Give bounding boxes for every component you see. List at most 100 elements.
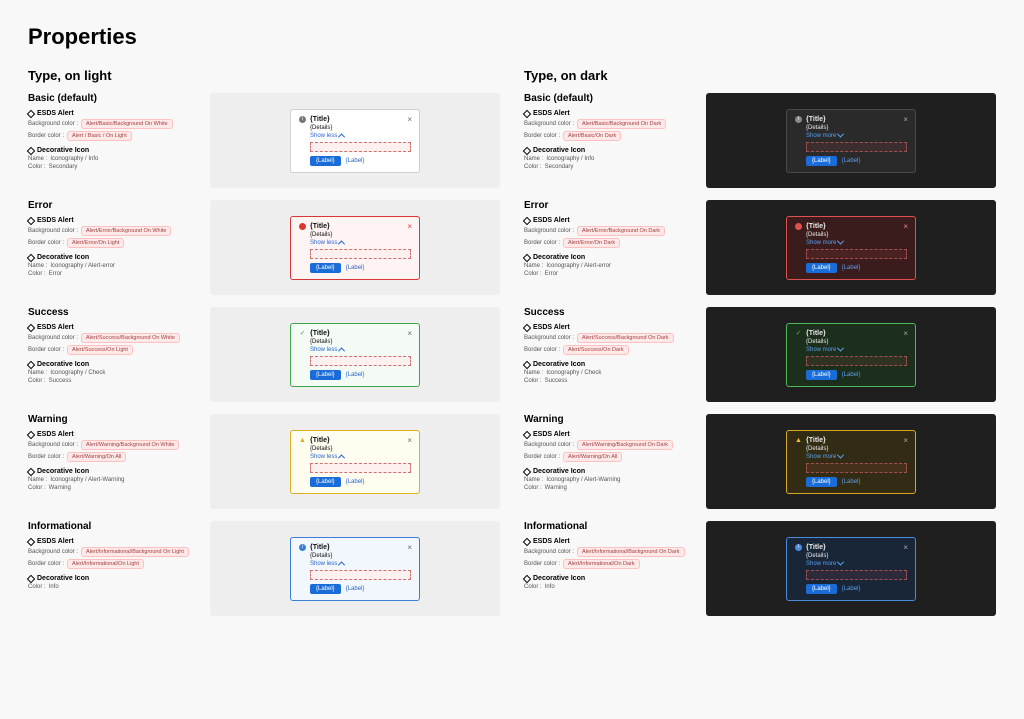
column-light: Type, on light Basic (default) ESDS Aler… — [28, 68, 500, 628]
icon-color-value: Info — [49, 584, 59, 590]
primary-button[interactable]: {Label} — [806, 584, 837, 594]
variant-heading: Success — [524, 307, 696, 318]
meta-esds-alert: ESDS Alert — [533, 217, 570, 224]
alert-slot — [310, 463, 411, 473]
primary-button[interactable]: {Label} — [806, 263, 837, 273]
info-icon: i — [795, 544, 802, 551]
meta-name-label: Name : — [28, 156, 47, 162]
show-more-toggle[interactable]: Show more — [806, 561, 907, 567]
warning-icon: ▲ — [795, 437, 802, 444]
link-button[interactable]: {Label} — [346, 586, 365, 592]
show-less-toggle[interactable]: Show less — [310, 561, 411, 567]
link-button[interactable]: {Label} — [842, 265, 861, 271]
link-button[interactable]: {Label} — [842, 479, 861, 485]
close-icon[interactable]: × — [407, 330, 412, 338]
chevron-down-icon — [837, 452, 844, 459]
diamond-icon — [523, 253, 531, 261]
close-icon[interactable]: × — [903, 223, 908, 231]
show-more-toggle[interactable]: Show more — [806, 133, 907, 139]
check-icon: ✓ — [299, 330, 306, 337]
bg-badge: Alert/Basic/Background On White — [81, 119, 173, 129]
alert-details: {Details} — [806, 232, 907, 238]
primary-button[interactable]: {Label} — [806, 156, 837, 166]
meta-name-label: Name : — [524, 263, 543, 269]
meta-esds-alert: ESDS Alert — [533, 324, 570, 331]
diamond-icon — [27, 430, 35, 438]
border-badge: Alert / Basic / On Light — [67, 131, 132, 141]
show-more-toggle[interactable]: Show more — [806, 240, 907, 246]
alert-details: {Details} — [806, 125, 907, 131]
primary-button[interactable]: {Label} — [806, 370, 837, 380]
variant-error-dark: Error ESDS Alert Background color :Alert… — [524, 200, 996, 295]
meta-border-label: Border color : — [524, 454, 560, 460]
variant-basic-dark: Basic (default) ESDS Alert Background co… — [524, 93, 996, 188]
meta-decorative-icon: Decorative Icon — [37, 575, 89, 582]
icon-name-value: Iconography / Info — [546, 156, 594, 162]
alert-title: {Title} — [310, 330, 330, 337]
link-button[interactable]: {Label} — [842, 372, 861, 378]
icon-name-value: Iconography / Alert-Warning — [546, 477, 620, 483]
close-icon[interactable]: × — [407, 437, 412, 445]
link-button[interactable]: {Label} — [842, 158, 861, 164]
link-button[interactable]: {Label} — [842, 586, 861, 592]
link-button[interactable]: {Label} — [346, 158, 365, 164]
show-less-toggle[interactable]: Show less — [310, 133, 411, 139]
diamond-icon — [523, 146, 531, 154]
diamond-icon — [523, 537, 531, 545]
link-button[interactable]: {Label} — [346, 265, 365, 271]
bg-badge: Alert/Informational/Background On Dark — [577, 547, 685, 557]
border-badge: Alert/Informational/On Light — [67, 559, 144, 569]
diamond-icon — [27, 109, 35, 117]
meta-decorative-icon: Decorative Icon — [533, 147, 585, 154]
alert-slot — [310, 570, 411, 580]
bg-badge: Alert/Success/Background On White — [81, 333, 180, 343]
primary-button[interactable]: {Label} — [310, 584, 341, 594]
primary-button[interactable]: {Label} — [310, 263, 341, 273]
alert-title: {Title} — [310, 544, 330, 551]
diamond-icon — [27, 323, 35, 331]
alert-slot — [310, 249, 411, 259]
close-icon[interactable]: × — [903, 544, 908, 552]
close-icon[interactable]: × — [903, 116, 908, 124]
meta-bg-label: Background color : — [28, 549, 78, 555]
primary-button[interactable]: {Label} — [806, 477, 837, 487]
alert-warning-dark: × ▲{Title} {Details} Show more {Label}{L… — [786, 430, 916, 494]
variant-info-light: Informational ESDS Alert Background colo… — [28, 521, 500, 616]
close-icon[interactable]: × — [903, 330, 908, 338]
link-button[interactable]: {Label} — [346, 372, 365, 378]
icon-name-value: Iconography / Check — [50, 370, 105, 376]
alert-details: {Details} — [806, 446, 907, 452]
meta-border-label: Border color : — [524, 561, 560, 567]
show-more-toggle[interactable]: Show more — [806, 347, 907, 353]
alert-slot — [310, 142, 411, 152]
border-badge: Alert/Success/On Light — [67, 345, 133, 355]
show-less-toggle[interactable]: Show less — [310, 240, 411, 246]
show-more-toggle[interactable]: Show more — [806, 454, 907, 460]
alert-slot — [806, 142, 907, 152]
show-less-toggle[interactable]: Show less — [310, 454, 411, 460]
meta-color-label: Color : — [28, 584, 46, 590]
icon-color-value: Success — [49, 378, 72, 384]
close-icon[interactable]: × — [407, 116, 412, 124]
close-icon[interactable]: × — [407, 544, 412, 552]
icon-name-value: Iconography / Alert-error — [546, 263, 611, 269]
column-dark-heading: Type, on dark — [524, 68, 996, 83]
info-icon: i — [299, 116, 306, 123]
diamond-icon — [27, 253, 35, 261]
diamond-icon — [27, 467, 35, 475]
primary-button[interactable]: {Label} — [310, 477, 341, 487]
meta-bg-label: Background color : — [524, 549, 574, 555]
close-icon[interactable]: × — [903, 437, 908, 445]
alert-info-light: × i{Title} {Details} Show less {Label}{L… — [290, 537, 420, 601]
meta-name-label: Name : — [524, 156, 543, 162]
icon-name-value: Iconography / Check — [546, 370, 601, 376]
icon-color-value: Error — [545, 271, 558, 277]
show-less-toggle[interactable]: Show less — [310, 347, 411, 353]
link-button[interactable]: {Label} — [346, 479, 365, 485]
primary-button[interactable]: {Label} — [310, 156, 341, 166]
chevron-down-icon — [837, 345, 844, 352]
primary-button[interactable]: {Label} — [310, 370, 341, 380]
variant-warning-dark: Warning ESDS Alert Background color :Ale… — [524, 414, 996, 509]
column-light-heading: Type, on light — [28, 68, 500, 83]
close-icon[interactable]: × — [407, 223, 412, 231]
